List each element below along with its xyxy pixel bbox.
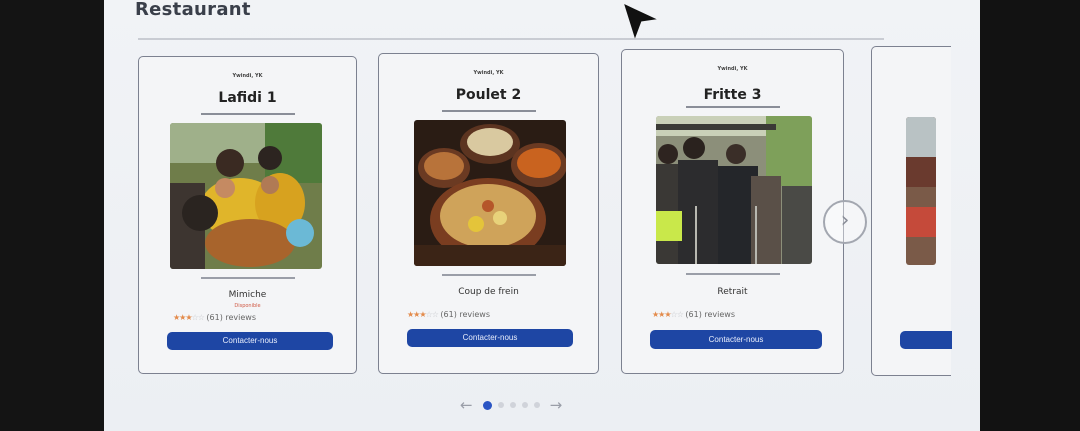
carousel-next-button[interactable]: › — [823, 200, 867, 244]
pagination-dot[interactable] — [497, 402, 504, 408]
contact-button[interactable]: Contacter-nous — [650, 330, 822, 349]
rating-stars-empty: ☆☆ — [191, 313, 205, 322]
title-underline — [200, 113, 295, 115]
owner-name: Mimiche — [228, 290, 267, 300]
food-photo-image — [414, 120, 566, 266]
chevron-right-icon: › — [840, 208, 850, 233]
rating-row: ★★★☆☆ (61) reviews — [407, 310, 490, 319]
pagination-dot[interactable] — [482, 400, 492, 410]
owner-name: Retrait — [717, 287, 748, 297]
review-count: (61) reviews — [206, 313, 256, 322]
restaurant-card[interactable]: Ywindi, YK Poulet 2 Coup de frein ★★★☆☆ … — [378, 53, 599, 374]
rating-stars-filled: ★★★ — [173, 313, 192, 322]
restaurant-photo[interactable] — [170, 123, 322, 269]
rating-stars-filled: ★★★ — [652, 310, 671, 319]
contact-button[interactable]: Contacter-nous — [407, 329, 573, 347]
card-location-tag: Ywindi, YK — [232, 73, 263, 79]
carousel-pagination: ← → — [460, 396, 562, 414]
review-count: (61) reviews — [440, 310, 490, 319]
crowd-photo-image — [656, 116, 812, 264]
photo-underline — [685, 273, 780, 275]
monitor-bezel-left — [0, 0, 112, 431]
restaurant-card-partial[interactable] — [871, 46, 952, 376]
rating-row: ★★★☆☆ (61) reviews — [652, 310, 735, 319]
card-title: Lafidi 1 — [218, 90, 277, 106]
card-title: Fritte 3 — [703, 87, 762, 103]
card-location-tag: Ywindi, YK — [717, 66, 748, 72]
photo-underline — [200, 277, 295, 279]
restaurant-section: Restaurant Ywindi, YK Lafidi 1 Mimiche D… — [104, 0, 980, 431]
section-title: Restaurant — [135, 0, 251, 20]
photo-underline — [441, 274, 536, 276]
crowd-photo-image — [170, 123, 322, 269]
rating-stars-empty: ☆☆ — [670, 310, 684, 319]
contact-button[interactable]: Contacter-nous — [167, 332, 333, 350]
restaurant-photo[interactable] — [906, 117, 936, 265]
card-location-tag: Ywindi, YK — [473, 70, 504, 76]
pagination-dots — [482, 400, 540, 410]
review-count: (61) reviews — [685, 310, 735, 319]
restaurant-photo[interactable] — [414, 120, 566, 266]
restaurant-card[interactable]: Ywindi, YK Lafidi 1 Mimiche Disponible ★… — [138, 56, 357, 374]
restaurant-card[interactable]: Ywindi, YK Fritte 3 Retrait ★★★☆☆ (61) r… — [621, 49, 844, 374]
arrow-right-icon[interactable]: → — [550, 396, 563, 414]
pagination-dot[interactable] — [509, 402, 516, 408]
section-divider — [138, 38, 884, 40]
pagination-dot[interactable] — [521, 402, 528, 408]
arrow-left-icon[interactable]: ← — [460, 396, 473, 414]
mouse-cursor-icon — [624, 4, 657, 39]
title-underline — [685, 106, 780, 108]
rating-stars-filled: ★★★ — [407, 310, 426, 319]
contact-button-partial[interactable] — [900, 331, 952, 349]
partial-photo-image — [906, 117, 936, 265]
rating-stars-empty: ☆☆ — [425, 310, 439, 319]
monitor-bezel-right — [980, 0, 1080, 431]
pagination-dot[interactable] — [533, 402, 540, 408]
title-underline — [441, 110, 536, 112]
rating-row: ★★★☆☆ (61) reviews — [173, 313, 256, 322]
restaurant-photo[interactable] — [656, 116, 812, 264]
owner-name: Coup de frein — [458, 287, 519, 297]
availability-label: Disponible — [234, 303, 261, 309]
card-title: Poulet 2 — [455, 87, 522, 103]
